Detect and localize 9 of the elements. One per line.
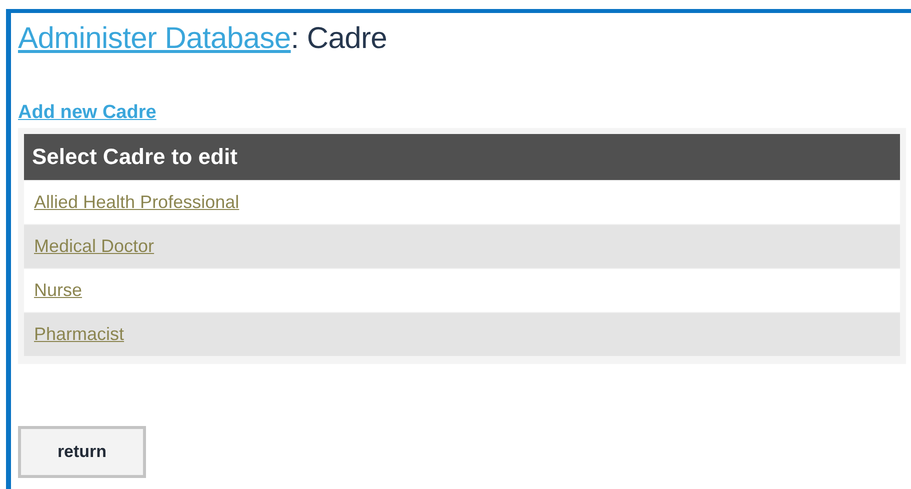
page-heading: Administer Database: Cadre (18, 21, 388, 57)
cadre-link[interactable]: Pharmacist (34, 321, 124, 348)
cadre-link[interactable]: Medical Doctor (34, 233, 154, 260)
breadcrumb-link[interactable]: Administer Database (18, 22, 291, 55)
cadre-link[interactable]: Allied Health Professional (34, 189, 240, 216)
cadre-link[interactable]: Nurse (34, 277, 82, 304)
return-button[interactable]: return (18, 426, 146, 478)
table-header: Select Cadre to edit (24, 134, 900, 180)
add-link[interactable]: Add new Cadre (18, 101, 156, 125)
